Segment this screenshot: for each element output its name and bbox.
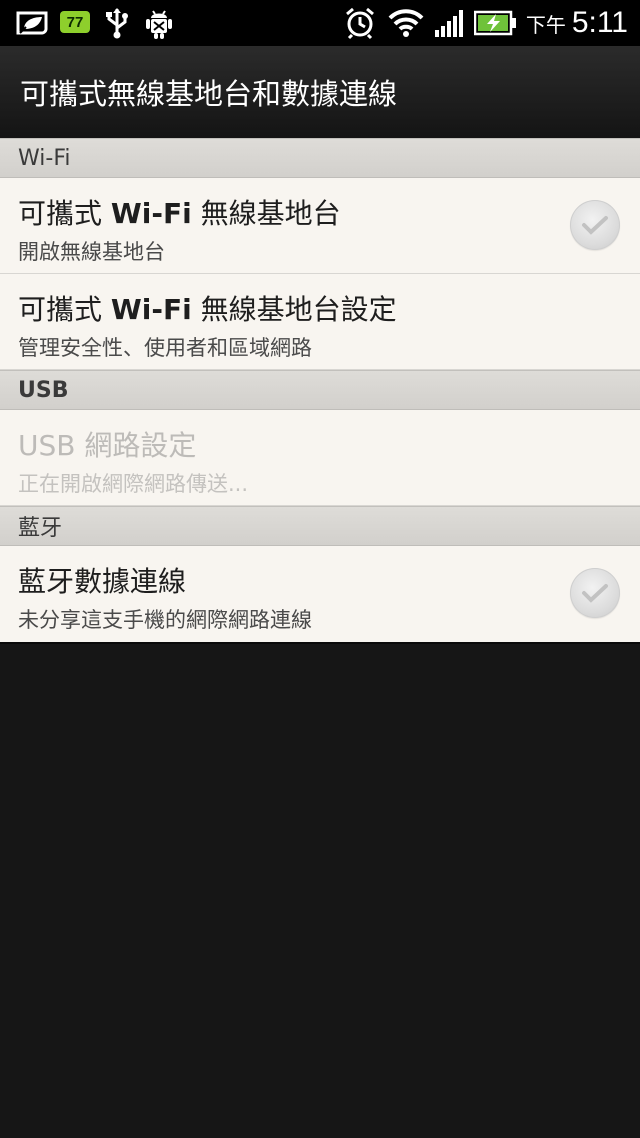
leaf-icon — [14, 9, 50, 37]
wifi-hotspot-toggle-item[interactable]: 可攜式 Wi-Fi 無線基地台 開啟無線基地台 — [0, 178, 640, 274]
screen: 77 下午 5:11 可攜式無線基地台和數據連線 Wi-Fi 可攜式 Wi-Fi… — [0, 0, 640, 1138]
bluetooth-tethering-checkbox[interactable] — [570, 568, 620, 618]
page-title: 可攜式無線基地台和數據連線 — [20, 77, 398, 111]
check-icon — [582, 584, 608, 603]
item-subtitle: 未分享這支手機的網際網路連線 — [18, 608, 312, 632]
wifi-hotspot-settings-item[interactable]: 可攜式 Wi-Fi 無線基地台設定 管理安全性、使用者和區域網路 — [0, 274, 640, 370]
check-icon — [582, 216, 608, 235]
wifi-hotspot-checkbox[interactable] — [570, 200, 620, 250]
status-bar: 77 下午 5:11 — [0, 0, 640, 46]
battery-charging-icon — [474, 10, 518, 36]
clock-time: 5:11 — [571, 6, 628, 39]
wifi-icon — [388, 8, 424, 38]
section-header-wifi: Wi-Fi — [0, 138, 640, 178]
title-bar: 可攜式無線基地台和數據連線 — [0, 46, 640, 138]
section-header-usb: USB — [0, 370, 640, 410]
android-debug-icon — [144, 6, 174, 40]
section-header-bluetooth: 藍牙 — [0, 506, 640, 546]
signal-icon — [434, 8, 466, 38]
item-title: 藍牙數據連線 — [18, 565, 187, 598]
usb-network-settings-item: USB 網路設定 正在開啟網際網路傳送... — [0, 410, 640, 506]
usb-icon — [104, 7, 130, 39]
item-subtitle: 管理安全性、使用者和區域網路 — [18, 336, 312, 360]
item-title: 可攜式 Wi-Fi 無線基地台設定 — [18, 293, 397, 326]
item-title: USB 網路設定 — [18, 429, 197, 462]
item-subtitle: 正在開啟網際網路傳送... — [18, 472, 249, 496]
item-title: 可攜式 Wi-Fi 無線基地台 — [18, 197, 341, 230]
clock-ampm: 下午 — [525, 12, 566, 37]
item-subtitle: 開啟無線基地台 — [18, 240, 165, 264]
clock: 下午 5:11 — [526, 0, 628, 46]
alarm-icon — [344, 6, 376, 40]
settings-list: Wi-Fi 可攜式 Wi-Fi 無線基地台 開啟無線基地台 可攜式 Wi-Fi … — [0, 138, 640, 642]
bluetooth-tethering-item[interactable]: 藍牙數據連線 未分享這支手機的網際網路連線 — [0, 546, 640, 642]
battery-level-badge: 77 — [60, 11, 90, 33]
